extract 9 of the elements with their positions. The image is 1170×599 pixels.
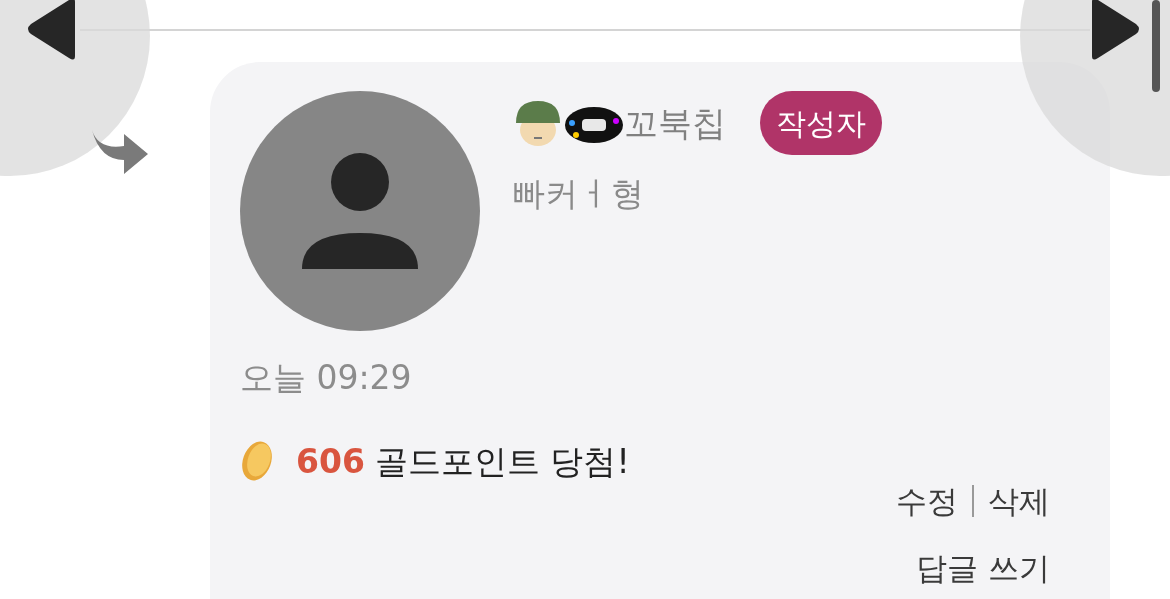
author-badge: 작성자 (760, 91, 882, 155)
author-subtitle: 빠커ㅓ형 (512, 173, 645, 215)
author-name[interactable]: 꼬북칩 (624, 106, 726, 140)
avatar-icon (240, 91, 480, 331)
prize-message: 606 골드포인트 당첨! (296, 440, 630, 483)
edit-link[interactable]: 수정 (896, 478, 958, 525)
comment-time: 오늘 09:29 (240, 357, 413, 399)
reply-link[interactable]: 답글 쓰기 (916, 544, 1050, 591)
delete-link[interactable]: 삭제 (988, 478, 1050, 525)
